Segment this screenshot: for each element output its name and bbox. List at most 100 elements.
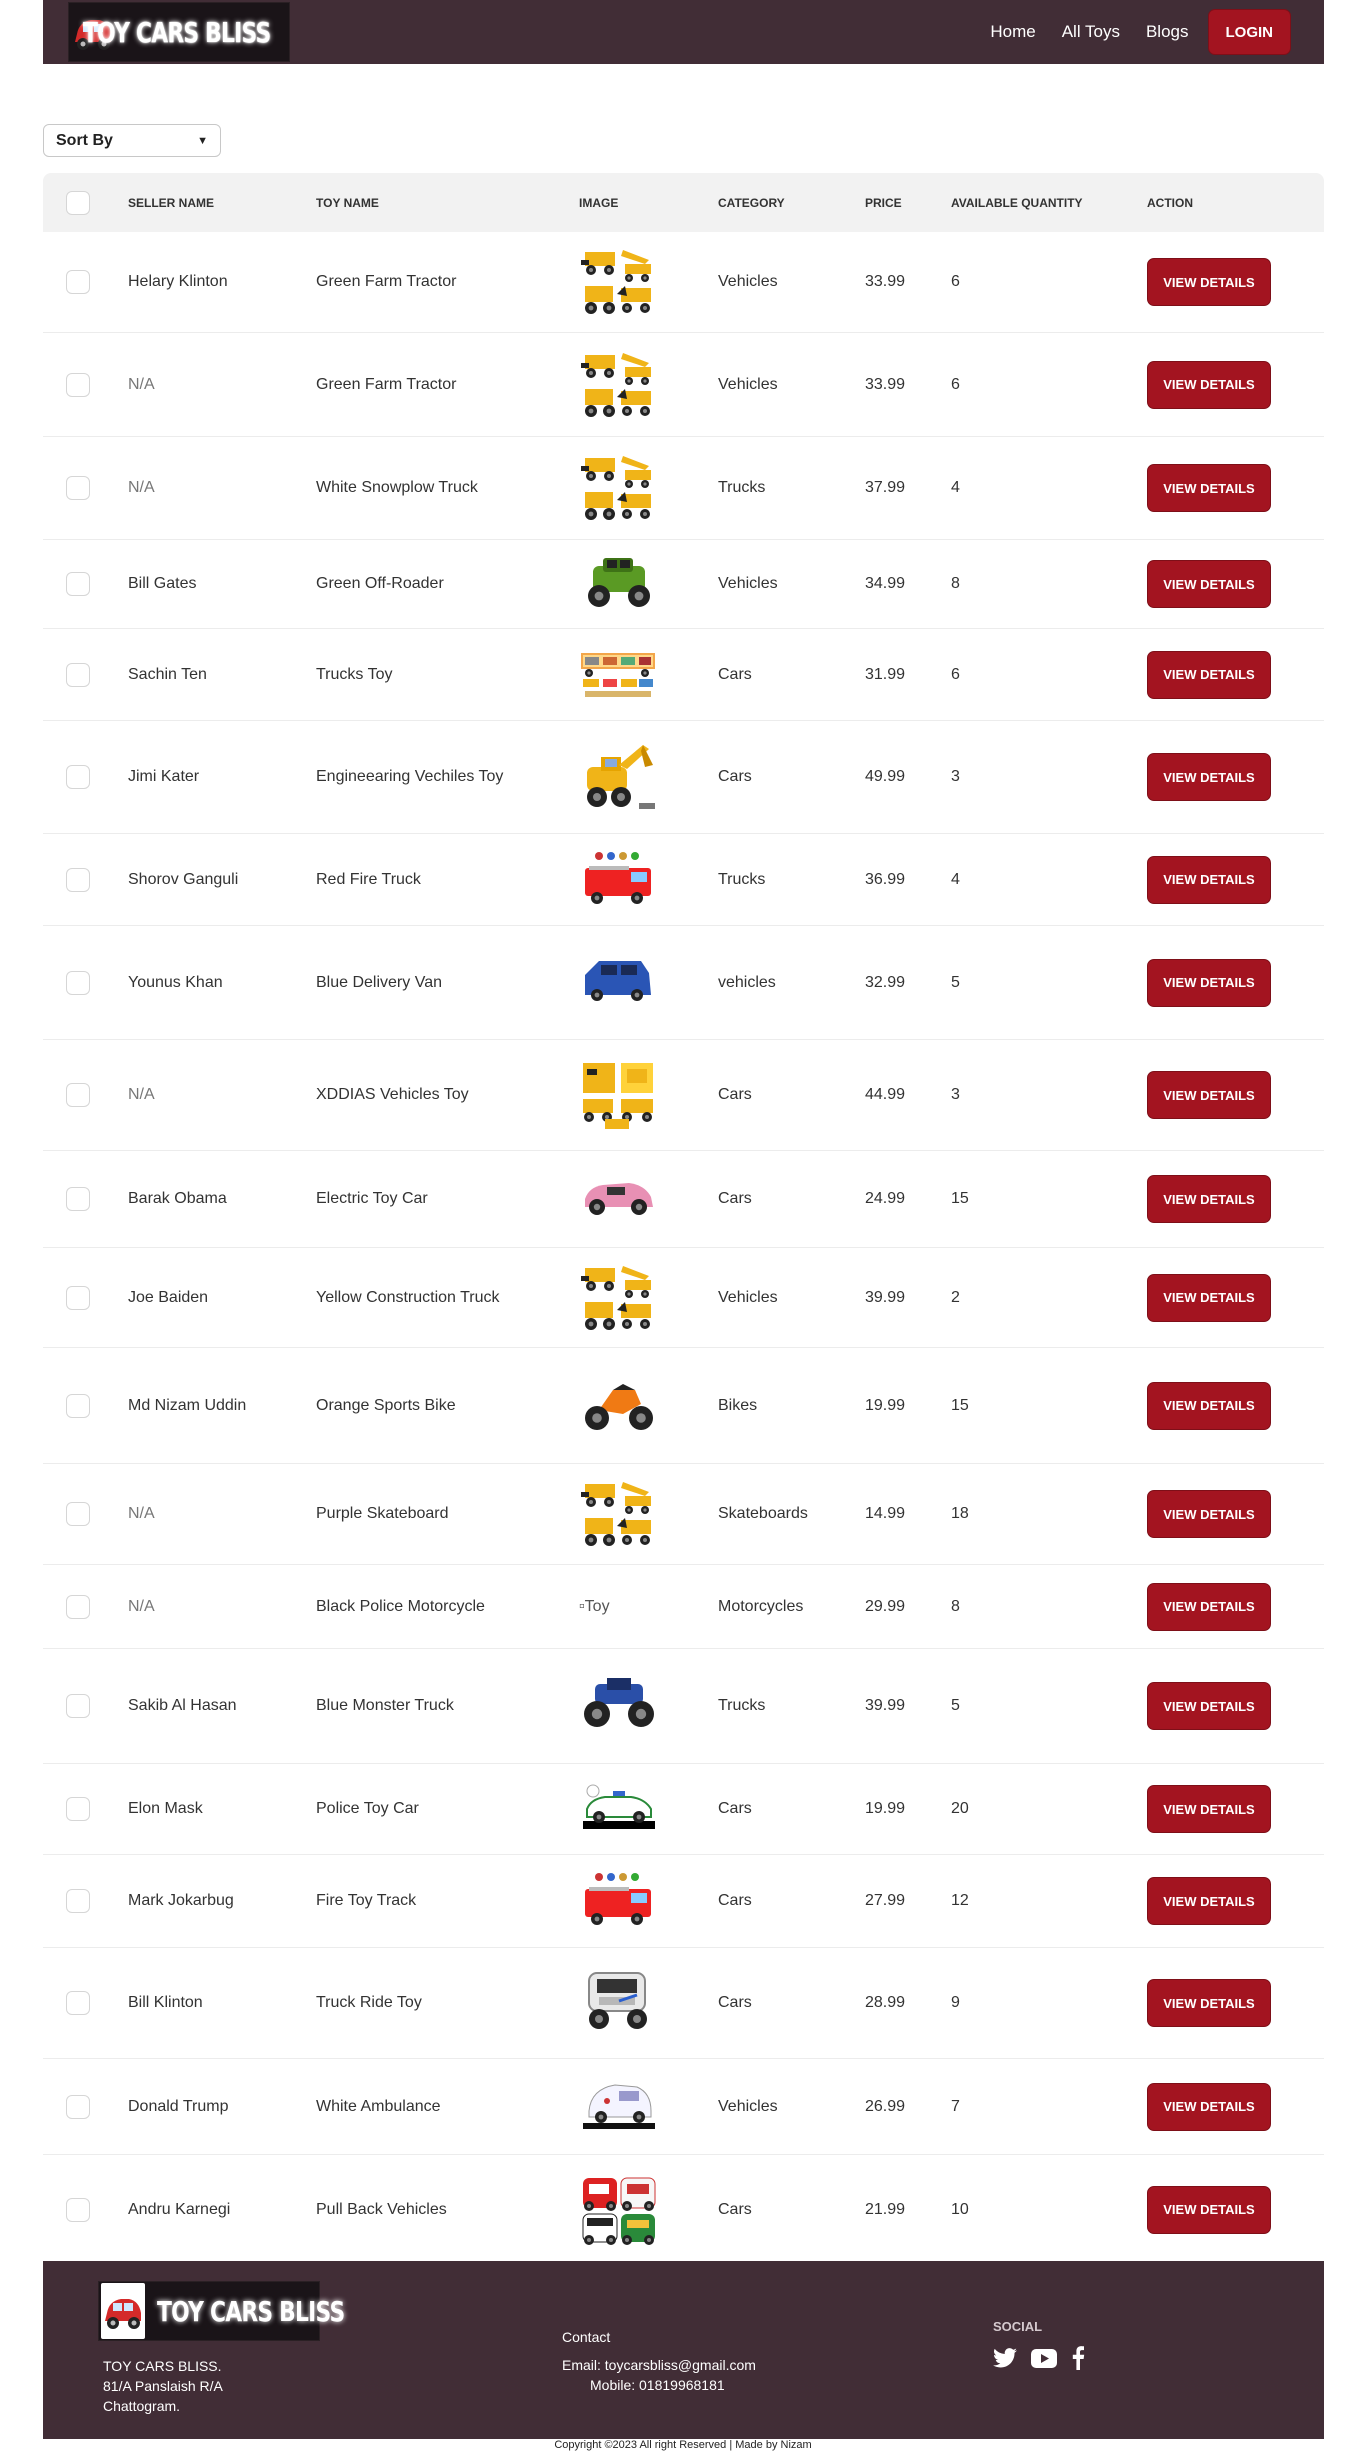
view-details-button[interactable]: VIEW DETAILS [1147,2082,1271,2131]
view-details-button[interactable]: VIEW DETAILS [1147,464,1271,512]
seller-name: Md Nizam Uddin [128,1396,247,1414]
toy-category: Vehicles [718,575,778,592]
view-details-button[interactable]: VIEW DETAILS [1147,2185,1271,2234]
view-details-button[interactable]: VIEW DETAILS [1147,1071,1271,1119]
seller-name: Jimi Kater [128,768,200,785]
view-details-button[interactable]: VIEW DETAILS [1147,1877,1271,1925]
toy-quantity: 10 [951,2200,969,2218]
toy-image-cell [579,1163,718,1235]
view-details-button[interactable]: VIEW DETAILS [1147,1979,1271,2027]
toy-image-cell [579,1262,718,1334]
toy-image-cell [579,349,718,421]
toy-quantity: 9 [951,1994,960,2011]
twitter-icon[interactable] [993,2348,1017,2373]
table-row: Md Nizam Uddin Orange Sports Bike Bikes 19.… [43,1348,1324,1464]
view-details-button[interactable]: VIEW DETAILS [1147,1682,1271,1730]
row-checkbox[interactable] [65,970,90,995]
row-checkbox[interactable] [65,1187,90,1211]
view-details-button[interactable]: VIEW DETAILS [1147,258,1271,306]
construction-set-image [579,1478,659,1550]
toy-price: 49.99 [865,768,906,785]
toy-name: Green Farm Tractor [316,375,457,393]
toy-image-cell [579,246,718,318]
toy-category: Vehicles [718,375,778,393]
toy-category: Cars [718,2200,752,2218]
toy-quantity: 2 [951,1288,960,1306]
table-row: Younus Khan Blue Delivery Van vehicles 32.9… [43,926,1324,1040]
header-action: ACTION [1147,195,1193,210]
nav-all-toys[interactable]: All Toys [1062,22,1120,42]
row-checkbox[interactable] [65,1502,90,1526]
view-details-button[interactable]: VIEW DETAILS [1147,650,1271,699]
toy-name: Electric Toy Car [316,1190,428,1207]
toy-quantity: 3 [951,768,960,785]
row-checkbox[interactable] [65,1083,90,1107]
action-cell: VIEW DETAILS [1147,1979,1324,2027]
excavator-image [579,741,659,813]
facebook-icon[interactable] [1071,2346,1085,2375]
table-row: Joe Baiden Yellow Construction Truck Vehi… [43,1248,1324,1348]
action-cell: VIEW DETAILS [1147,258,1324,306]
view-details-button[interactable]: VIEW DETAILS [1147,1785,1271,1833]
seller-name: N/A [128,1086,155,1103]
row-checkbox[interactable] [65,662,90,687]
row-checkbox-cell [43,1285,128,1310]
row-checkbox[interactable] [65,1991,90,2015]
toy-image-cell [579,741,718,813]
toy-image-cell [579,1059,718,1131]
row-checkbox[interactable] [65,2094,90,2119]
toy-quantity: 4 [951,479,960,496]
toy-price: 28.99 [865,1994,906,2011]
sort-select[interactable]: Sort By ▼ [43,124,221,157]
select-all-checkbox[interactable] [65,190,90,215]
toy-quantity: 7 [951,2097,960,2115]
seller-name: Elon Mask [128,1800,203,1817]
login-button[interactable]: LOGIN [1207,9,1291,55]
row-checkbox[interactable] [65,476,90,500]
brand-name: TOY CARS BLISS [83,15,271,49]
row-checkbox[interactable] [65,1594,90,1619]
brand-logo[interactable]: TOY CARS BLISS [68,2,290,62]
view-details-button[interactable]: VIEW DETAILS [1147,753,1271,801]
action-cell: VIEW DETAILS [1147,650,1324,699]
row-checkbox[interactable] [65,1889,90,1913]
row-checkbox[interactable] [65,572,90,596]
row-checkbox-cell [43,1502,128,1526]
nav-blogs[interactable]: Blogs [1146,22,1189,42]
toy-category: Cars [718,1892,752,1909]
row-checkbox[interactable] [65,1285,90,1310]
view-details-button[interactable]: VIEW DETAILS [1147,1175,1271,1223]
view-details-button[interactable]: VIEW DETAILS [1147,1490,1271,1538]
view-details-button[interactable]: VIEW DETAILS [1147,360,1271,409]
row-checkbox[interactable] [65,2197,90,2222]
header-quantity: AVAILABLE QUANTITY [951,195,1083,210]
header-image: IMAGE [579,195,619,210]
contact-mobile: Mobile: 01819968181 [590,2377,725,2393]
view-details-button[interactable]: VIEW DETAILS [1147,958,1271,1007]
row-checkbox[interactable] [65,765,90,789]
view-details-button[interactable]: VIEW DETAILS [1147,1273,1271,1322]
view-details-button[interactable]: VIEW DETAILS [1147,1381,1271,1430]
table-row: Andru Karnegi Pull Back Vehicles Cars 21.9… [43,2155,1324,2265]
view-details-button[interactable]: VIEW DETAILS [1147,1582,1271,1631]
view-details-button[interactable]: VIEW DETAILS [1147,560,1271,608]
copyright: Copyright ©2023 All right Reserved | Mad… [554,2439,812,2451]
toy-image-cell: ▫ Toy [579,1598,718,1616]
row-checkbox[interactable] [65,1694,90,1718]
pullback-set-image [579,2174,659,2246]
row-checkbox-cell [43,476,128,500]
seller-name: Helary Klinton [128,273,228,290]
row-checkbox[interactable] [65,270,90,294]
row-checkbox[interactable] [65,372,90,397]
seller-name: Barak Obama [128,1190,227,1207]
row-checkbox-cell [43,970,128,995]
toy-quantity: 8 [951,1597,960,1615]
youtube-icon[interactable] [1031,2348,1057,2373]
row-checkbox[interactable] [65,1393,90,1418]
view-details-button[interactable]: VIEW DETAILS [1147,855,1271,904]
toy-price: 33.99 [865,273,906,290]
row-checkbox[interactable] [65,867,90,892]
nav-home[interactable]: Home [990,22,1035,42]
toy-price: 39.99 [865,1288,906,1306]
row-checkbox[interactable] [65,1797,90,1821]
